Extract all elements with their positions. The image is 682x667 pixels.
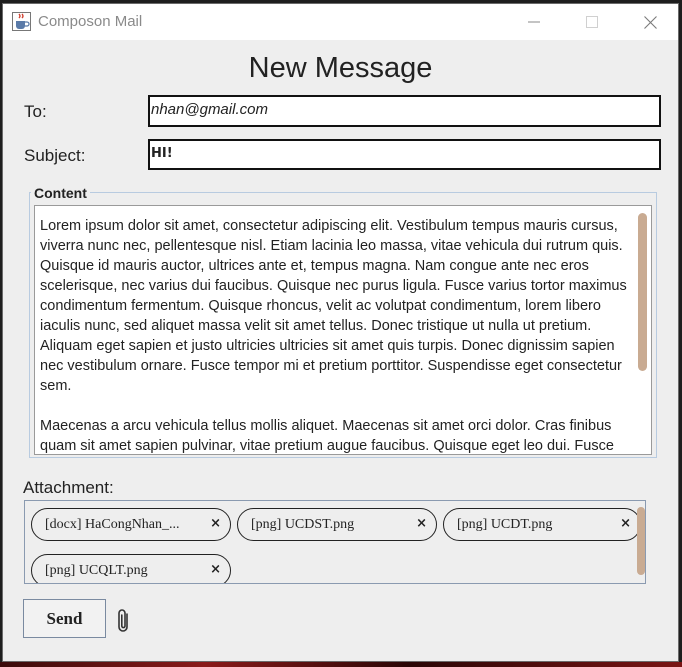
minimize-icon — [528, 21, 540, 23]
subject-label: Subject: — [24, 146, 86, 165]
attachment-scroll-thumb[interactable] — [637, 507, 645, 575]
subject-field[interactable]: HI! — [148, 139, 661, 170]
to-field[interactable]: nhan@gmail.com — [148, 95, 661, 127]
send-button[interactable]: Send — [23, 599, 106, 638]
remove-attachment-button[interactable]: × — [210, 562, 221, 577]
paperclip-icon[interactable] — [116, 608, 132, 634]
desktop-background — [0, 662, 682, 667]
title-bar[interactable]: Composon Mail — [3, 4, 678, 40]
attachment-name: [png] UCDT.png — [457, 517, 553, 532]
attachment-name: [png] UCQLT.png — [45, 563, 148, 578]
attachment-name: [png] UCDST.png — [251, 517, 355, 532]
content-scroll-thumb[interactable] — [638, 213, 647, 371]
content-scrollbar[interactable] — [638, 208, 650, 452]
attachment-name: [docx] HaCongNhan_... — [45, 517, 180, 532]
minimize-button[interactable] — [511, 4, 557, 40]
close-button[interactable] — [627, 4, 673, 40]
attachment-label: Attachment: — [23, 478, 114, 497]
window-title: Composon Mail — [38, 13, 143, 30]
maximize-icon — [586, 16, 598, 28]
mail-window: Composon Mail New Message To: nhan@gmail… — [2, 3, 679, 662]
remove-attachment-button[interactable]: × — [620, 516, 631, 531]
attachment-chip[interactable]: [png] UCDST.png × — [237, 508, 437, 541]
attachment-list: [docx] HaCongNhan_... × [png] UCDST.png … — [24, 500, 646, 584]
remove-attachment-button[interactable]: × — [210, 516, 221, 531]
content-body: Lorem ipsum dolor sit amet, consectetur … — [40, 218, 627, 454]
content-textarea[interactable]: Lorem ipsum dolor sit amet, consectetur … — [34, 205, 652, 455]
attachment-chip[interactable]: [png] UCQLT.png × — [31, 554, 231, 583]
to-label: To: — [24, 102, 47, 121]
java-cup-icon — [12, 12, 31, 31]
attachment-chip[interactable]: [png] UCDT.png × — [443, 508, 641, 541]
content-label: Content — [31, 185, 90, 201]
attachment-chip[interactable]: [docx] HaCongNhan_... × — [31, 508, 231, 541]
page-title: New Message — [248, 52, 433, 84]
maximize-button[interactable] — [569, 4, 615, 40]
remove-attachment-button[interactable]: × — [416, 516, 427, 531]
close-icon — [643, 15, 657, 29]
